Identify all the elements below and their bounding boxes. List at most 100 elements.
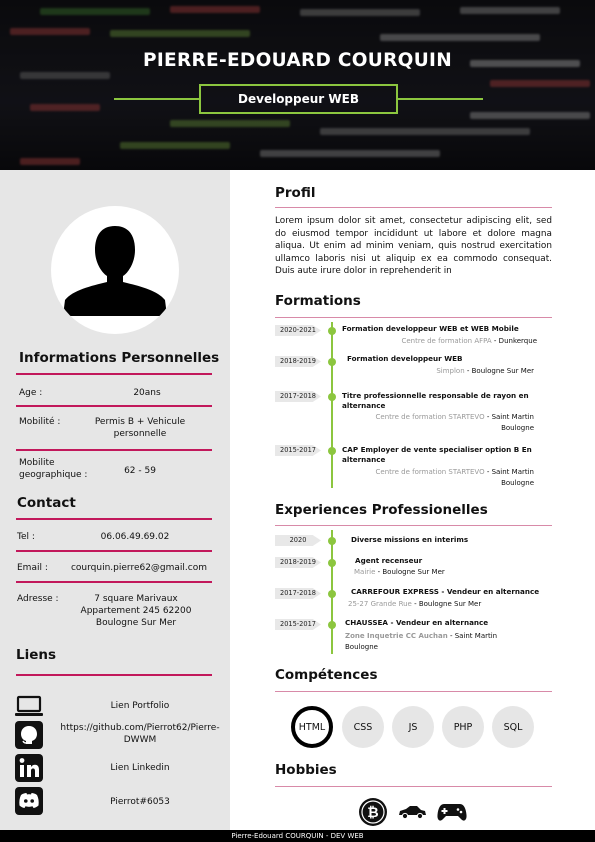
experience-title: CHAUSSEA - Vendeur en alternance [345, 618, 489, 627]
formation-location: Simplon - Boulogne Sur Mer [347, 366, 534, 377]
divider [16, 674, 212, 676]
experience-date: 2020 [275, 535, 321, 546]
geo-mobility-value: 62 - 59 [124, 466, 156, 476]
divider [275, 786, 552, 787]
laptop-icon[interactable] [14, 692, 44, 722]
formation-date: 2020-2021 [275, 325, 321, 336]
title-line-right [397, 98, 483, 100]
contact-heading: Contact [17, 495, 76, 511]
formation-title: Formation developpeur WEB et WEB Mobile [342, 324, 519, 333]
experience-date: 2018-2019 [275, 557, 321, 568]
divider [275, 691, 552, 692]
mobility-value: Permis B + Vehicule personnelle [94, 417, 186, 439]
email-label: Email : [17, 563, 48, 573]
timeline-dot [328, 327, 336, 335]
formation-location: Centre de formation STARTEVO - Saint Mar… [342, 467, 534, 489]
formation-title: Formation developpeur WEB [347, 354, 463, 363]
timeline-dot [328, 621, 336, 629]
tel-label: Tel : [17, 532, 35, 542]
experience-title: Agent recenseur [355, 556, 423, 565]
experience-location: Zone Inquetrie CC Auchan - Saint Martin … [345, 631, 520, 653]
divider [16, 373, 212, 375]
experience-date: 2017-2018 [275, 588, 321, 599]
skill-js: JS [392, 706, 434, 748]
experience-city: - Boulogne Sur Mer [375, 568, 445, 576]
experiences-heading: Experiences Professionelles [275, 502, 488, 518]
formation-place: Centre de formation STARTEVO [375, 413, 485, 421]
timeline-dot [328, 358, 336, 366]
age-label: Age : [19, 388, 43, 398]
timeline-dot [328, 590, 336, 598]
formations-timeline [331, 322, 333, 488]
formation-place: Simplon [436, 367, 465, 375]
car-icon [399, 806, 426, 820]
formation-city: - Saint Martin Boulogne [484, 468, 534, 487]
github-link[interactable]: https://github.com/Pierrot62/Pierre-DWWM [60, 722, 220, 746]
divider [275, 525, 552, 526]
skill-css: CSS [342, 706, 384, 748]
avatar [51, 206, 179, 334]
formation-place: Centre de formation STARTEVO [375, 468, 485, 476]
profil-text: Lorem ipsum dolor sit amet, consectetur … [275, 216, 552, 277]
portfolio-link[interactable]: Lien Portfolio [60, 700, 220, 712]
links-heading: Liens [16, 647, 57, 663]
bitcoin-icon: ₿ [359, 798, 387, 826]
formation-title: Titre professionnelle responsable de ray… [342, 391, 529, 410]
age-value: 20ans [133, 388, 161, 398]
address-value: 7 square Marivaux Appartement 245 62200 … [80, 594, 192, 628]
skill-php: PHP [442, 706, 484, 748]
timeline-dot [328, 537, 336, 545]
formations-heading: Formations [275, 293, 361, 309]
discord-handle[interactable]: Pierrot#6053 [60, 796, 220, 808]
header-banner: PIERRE-EDOUARD COURQUIN Developpeur WEB [0, 0, 595, 170]
timeline-dot [328, 559, 336, 567]
divider [275, 317, 552, 318]
footer: Pierre-Edouard COURQUIN - DEV WEB [0, 830, 595, 842]
experience-title: CARREFOUR EXPRESS - Vendeur en alternanc… [351, 587, 540, 596]
timeline-dot [328, 447, 336, 455]
divider [16, 550, 212, 552]
email-value[interactable]: courquin.pierre62@gmail.com [66, 562, 212, 574]
candidate-name: PIERRE-EDOUARD COURQUIN [142, 50, 452, 71]
tel-value[interactable]: 06.06.49.69.02 [60, 531, 210, 543]
address-label: Adresse : [17, 594, 59, 604]
github-icon[interactable] [14, 720, 44, 750]
divider [275, 207, 552, 208]
competences-heading: Compétences [275, 667, 378, 683]
experience-place: Zone Inquetrie CC Auchan [345, 632, 448, 640]
divider [16, 581, 212, 583]
experience-city: - Boulogne Sur Mer [411, 600, 482, 608]
job-title: Developpeur WEB [199, 84, 398, 114]
linkedin-icon[interactable] [14, 753, 44, 783]
gamepad-icon [437, 804, 467, 821]
formation-title: CAP Employer de vente specialiser option… [342, 445, 532, 464]
skill-html: HTML [291, 706, 333, 748]
profil-heading: Profil [275, 185, 316, 201]
skill-sql: SQL [492, 706, 534, 748]
formation-place: Centre de formation AFPA [401, 337, 492, 345]
mobility-label: Mobilité : [19, 417, 61, 427]
formation-location: Centre de formation AFPA - Dunkerque [342, 336, 537, 347]
divider [16, 449, 212, 451]
experience-location: 25-27 Grande Rue - Boulogne Sur Mer [348, 599, 548, 610]
experience-title: Diverse missions en interims [351, 535, 469, 544]
hobbies-heading: Hobbies [275, 762, 337, 778]
person-silhouette-icon [63, 226, 167, 316]
divider [16, 518, 212, 520]
linkedin-link[interactable]: Lien Linkedin [60, 762, 220, 774]
experience-location: Mairie - Boulogne Sur Mer [354, 567, 544, 578]
title-line-left [114, 98, 200, 100]
svg-text:₿: ₿ [367, 805, 378, 821]
experience-place: 25-27 Grande Rue [348, 600, 412, 608]
experience-place: Mairie [354, 568, 376, 576]
divider [16, 405, 212, 407]
formation-city: - Dunkerque [491, 337, 537, 345]
formation-city: - Saint Martin Boulogne [484, 413, 534, 432]
discord-icon[interactable] [14, 786, 44, 816]
formation-location: Centre de formation STARTEVO - Saint Mar… [342, 412, 534, 434]
experience-date: 2015-2017 [275, 619, 321, 630]
formation-date: 2017-2018 [275, 391, 321, 402]
formation-date: 2018-2019 [275, 356, 321, 367]
formation-date: 2015-2017 [275, 445, 321, 456]
formation-city: - Boulogne Sur Mer [464, 367, 534, 375]
